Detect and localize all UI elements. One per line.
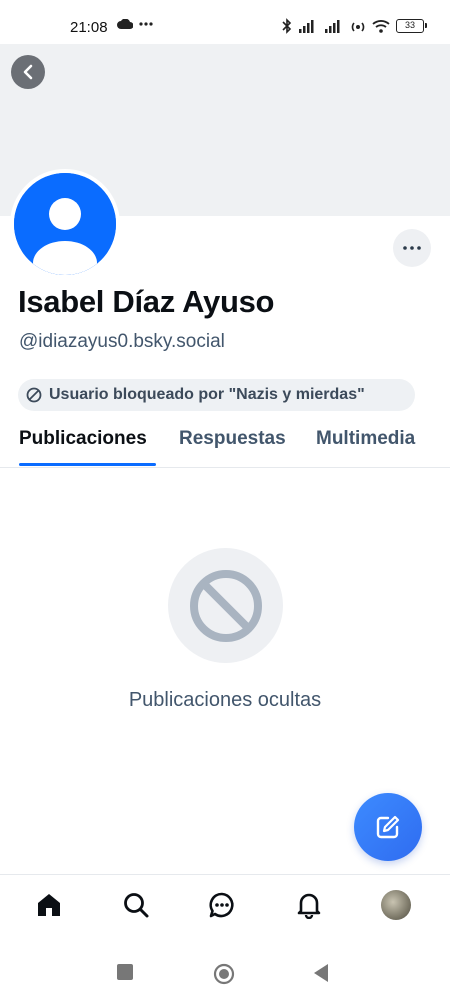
- nav-notifications[interactable]: [293, 889, 325, 921]
- profile-handle: @idiazayus0.bsky.social: [19, 331, 225, 352]
- empty-state-icon-container: [168, 548, 283, 663]
- profile-tabs: Publicaciones Respuestas Multimedia: [0, 420, 450, 468]
- signal-icon: [299, 20, 314, 33]
- back-button[interactable]: [11, 55, 45, 89]
- recent-apps-icon[interactable]: [116, 963, 134, 981]
- profile-avatar: [381, 890, 411, 920]
- blocked-icon: [26, 387, 42, 403]
- compose-icon: [376, 815, 400, 839]
- wifi-icon: [372, 20, 390, 33]
- nav-home[interactable]: [33, 889, 65, 921]
- more-dots-icon: [139, 22, 153, 26]
- bottom-navigation: [0, 874, 450, 946]
- home-icon: [38, 894, 60, 916]
- active-tab-indicator: [19, 463, 156, 466]
- compose-button[interactable]: [354, 793, 422, 861]
- default-avatar-icon: [14, 173, 116, 275]
- blocked-status-label: Usuario bloqueado por "Nazis y mierdas": [49, 386, 365, 403]
- hotspot-icon: [351, 22, 365, 32]
- status-bar: 21:08 33: [0, 0, 450, 44]
- chat-icon: [209, 892, 234, 918]
- tab-publicaciones[interactable]: Publicaciones: [19, 428, 147, 450]
- nav-search[interactable]: [120, 889, 152, 921]
- more-options-button[interactable]: [393, 229, 431, 267]
- search-icon: [124, 893, 149, 918]
- bluetooth-icon: [282, 18, 292, 34]
- tab-respuestas[interactable]: Respuestas: [179, 428, 286, 450]
- blocked-status-badge[interactable]: Usuario bloqueado por "Nazis y mierdas": [18, 379, 415, 411]
- display-name: Isabel Díaz Ayuso: [18, 284, 275, 319]
- back-nav-icon[interactable]: [312, 963, 330, 983]
- battery-icon: 33: [396, 19, 427, 33]
- chevron-left-icon: [23, 64, 33, 80]
- cloud-icon: [117, 19, 133, 29]
- blocked-icon: [189, 569, 262, 642]
- signal-icon: [325, 20, 340, 33]
- nav-chat[interactable]: [206, 889, 238, 921]
- system-navigation-bar: [0, 946, 450, 1000]
- bell-icon: [297, 893, 321, 919]
- empty-state-text: Publicaciones ocultas: [128, 689, 322, 711]
- more-horizontal-icon: [403, 246, 421, 250]
- tab-multimedia[interactable]: Multimedia: [316, 428, 415, 450]
- home-button-icon[interactable]: [213, 963, 235, 985]
- nav-profile[interactable]: [380, 889, 412, 921]
- avatar[interactable]: [10, 169, 120, 279]
- status-time: 21:08: [70, 19, 108, 36]
